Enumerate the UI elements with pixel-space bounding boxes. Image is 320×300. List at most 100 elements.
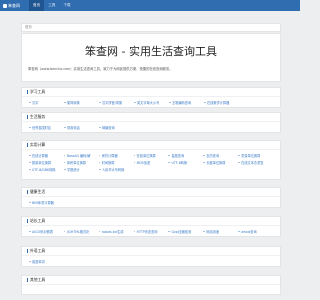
tool-link[interactable]: 星座查询 xyxy=(168,153,203,158)
tool-link-label: robots.txt生成 xyxy=(101,230,124,234)
link-row: 在线计算器 BaseA4 编码/解 房贷计算器 在线单位换算 星座查询 农历查询 重量单位换… xyxy=(29,152,273,159)
tool-link[interactable]: ASCII码对照表 xyxy=(29,229,64,234)
bullet-icon xyxy=(204,101,206,104)
nav-item-home[interactable]: 首页 xyxy=(29,0,45,11)
tool-link-label: BaseA4 编码/解 xyxy=(66,154,91,158)
tool-link-label: MD5加密 xyxy=(136,161,151,165)
bullet-icon xyxy=(238,230,240,233)
bullet-icon xyxy=(29,101,31,104)
tool-link[interactable]: Gzip压缩检测 xyxy=(168,229,203,234)
tool-link[interactable]: 房贷计算器 xyxy=(98,153,134,158)
tool-link-label: 在线计算器 xyxy=(32,154,48,158)
tool-link[interactable]: 汉字拼音/简繁 xyxy=(99,100,134,105)
section-title: 生活服务 xyxy=(30,114,46,119)
tool-link[interactable]: 在线单位换算 xyxy=(133,153,169,158)
page-title: 笨查网 - 实用生活查询工具 xyxy=(85,45,217,58)
tool-link[interactable]: robots.txt生成 xyxy=(98,229,134,234)
tool-link[interactable]: UTF-8/GBK转换 xyxy=(29,167,64,172)
tool-link[interactable]: BaseA4 编码/解 xyxy=(63,153,99,158)
bullet-icon xyxy=(203,161,205,164)
tool-link[interactable]: 英文字母大小写 xyxy=(134,100,169,105)
main-nav: 首页 工具 下载 xyxy=(29,0,75,11)
tool-link[interactable]: 五笔编码查询 xyxy=(169,100,204,105)
section-header: 实用计算 xyxy=(22,141,280,150)
link-row: UTF-8/GBK转换 字数统计 人民币大写转换 xyxy=(29,166,273,173)
tool-link[interactable]: 农历查询 xyxy=(203,153,238,158)
tool-link-label: HTTP状态查询 xyxy=(136,230,158,234)
link-row: 英语单词 xyxy=(29,258,273,265)
tool-link-label: UTF-8转换 xyxy=(171,161,188,165)
tool-link-label: whois查询 xyxy=(241,230,257,234)
bullet-icon xyxy=(29,201,31,204)
tool-link[interactable]: 英语单词 xyxy=(29,259,64,264)
tool-section: 学习工具汉字 繁简转换 汉字拼音/简繁 英文字母大小写 五笔编码查询 在线数学计算器 xyxy=(21,87,281,108)
tool-link[interactable]: MD5加密 xyxy=(133,160,169,165)
tool-link[interactable]: 繁简转换 xyxy=(64,100,99,105)
bullet-icon xyxy=(238,154,240,157)
bullet-icon xyxy=(29,168,31,171)
tool-link[interactable]: 重量单位换算 xyxy=(238,153,273,158)
section-marker-icon xyxy=(27,143,28,147)
tool-link[interactable]: UTF-8转换 xyxy=(168,160,203,165)
tool-link-label: 人民币大写转换 xyxy=(102,168,125,172)
nav-item-download[interactable]: 下载 xyxy=(59,0,74,11)
section-header: 其他工具 xyxy=(22,276,280,285)
bullet-icon xyxy=(29,161,31,164)
section-title: 学习工具 xyxy=(30,89,46,94)
tool-link-label: 汉字 xyxy=(32,101,39,105)
tool-link-label: 体积单位换算 xyxy=(66,161,86,165)
bullet-icon xyxy=(63,161,66,164)
section-links: 在线计算器 BaseA4 编码/解 房贷计算器 在线单位换算 星座查询 农历查询 重量单位换… xyxy=(22,150,280,173)
tool-link-label: 重量单位换算 xyxy=(241,154,261,158)
tool-link-label: UTF-8/GBK转换 xyxy=(32,168,56,172)
tool-link-label: 五笔编码查询 xyxy=(172,101,192,105)
tool-link[interactable]: 世界各国时区 xyxy=(29,125,64,130)
tool-link[interactable]: whois查询 xyxy=(238,229,273,234)
tool-link[interactable]: 体积单位换算 xyxy=(63,160,99,165)
tool-link[interactable]: 数量单位换算 xyxy=(29,160,64,165)
tool-link-label: JS/HTML格式化 xyxy=(66,230,90,234)
bullet-icon xyxy=(29,260,31,263)
section-links xyxy=(22,285,280,287)
tool-link[interactable]: 常用电话 xyxy=(64,125,99,130)
bullet-icon xyxy=(63,154,66,157)
tool-link[interactable]: BMI体重计算器 xyxy=(29,200,64,205)
section-title: 站长工具 xyxy=(30,218,46,223)
bullet-icon xyxy=(64,101,66,104)
nav-item-tools[interactable]: 工具 xyxy=(44,0,59,11)
tool-link-label: 在线文本去重复 xyxy=(241,161,264,165)
tool-link[interactable]: 长度单位换算 xyxy=(203,160,238,165)
breadcrumb-home[interactable]: 首页 xyxy=(25,25,32,29)
tool-link[interactable]: 时间换算 xyxy=(98,160,134,165)
tool-link[interactable]: JS/HTML格式化 xyxy=(63,229,99,234)
bullet-icon xyxy=(99,101,101,104)
bullet-icon xyxy=(29,154,31,157)
link-row: BMI体重计算器 xyxy=(29,199,273,206)
bullet-icon xyxy=(63,230,66,233)
section-title: 实用计算 xyxy=(30,142,46,147)
tool-link[interactable]: 邮编查询 xyxy=(99,125,134,130)
tool-link[interactable]: 汉字 xyxy=(29,100,64,105)
tool-link-label: 农历查询 xyxy=(206,154,220,158)
section-header: 健康生活 xyxy=(22,188,280,197)
tool-link-label: 在线单位换算 xyxy=(136,154,156,158)
bullet-icon xyxy=(168,230,170,233)
tool-section: 外语工具 英语单词 xyxy=(21,246,281,267)
tool-link[interactable]: 字数统计 xyxy=(64,167,99,172)
tool-section: 站长工具 ASCII码对照表 JS/HTML格式化 robots.txt生成 HTTP状… xyxy=(21,216,281,237)
tool-link[interactable]: 在线计算器 xyxy=(29,153,64,158)
section-links: 世界各国时区 常用电话 邮编查询 xyxy=(22,122,280,131)
tool-link[interactable]: 人民币大写转换 xyxy=(99,167,134,172)
logo-text: 笨查网 xyxy=(8,2,20,8)
tool-link[interactable]: 在线文本去重复 xyxy=(238,160,273,165)
section-title: 其他工具 xyxy=(30,277,46,282)
tool-section: 生活服务世界各国时区 常用电话 邮编查询 xyxy=(21,112,281,133)
bullet-icon xyxy=(98,154,101,157)
site-logo[interactable]: 笨查网 xyxy=(3,3,25,9)
tool-link[interactable]: 在线数学计算器 xyxy=(204,100,239,105)
bullet-icon xyxy=(203,154,205,157)
section-header: 学习工具 xyxy=(22,88,280,97)
tool-link[interactable]: HTTP状态查询 xyxy=(133,229,169,234)
bullet-icon xyxy=(29,126,31,129)
tool-link[interactable]: 网站测速 xyxy=(203,229,238,234)
